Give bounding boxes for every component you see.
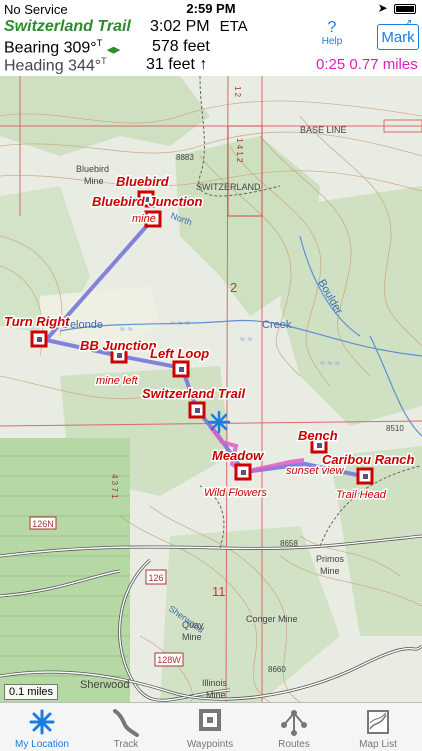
map-canvas: ≈ ≈ ≈ ≈ ≈ ≈ ≈ ≈ ≈ ≈ 126N 126 128W 4 3 7 … — [0, 76, 422, 702]
help-label: Help — [321, 36, 343, 47]
tab-track[interactable]: Track — [84, 703, 168, 751]
label-base-line: BASE LINE — [300, 125, 347, 135]
question-icon: ? — [327, 19, 337, 36]
clock: 2:59 PM — [186, 1, 236, 16]
bearing-value: Bearing 309° — [4, 39, 97, 57]
waypoint-marker-meadow[interactable] — [234, 463, 252, 481]
status-bar: No Service 2:59 PM ➤ — [0, 0, 422, 18]
bearing: Bearing 309°T ◀▶ — [4, 38, 120, 57]
tab-bar: My Location Track Waypoints Routes Map L… — [0, 702, 422, 751]
eta-label: ETA — [219, 18, 248, 35]
waypoints-icon — [168, 707, 252, 737]
waypoint-title: Turn Right — [4, 314, 70, 329]
map-list-icon — [336, 707, 420, 737]
svg-text:≈ ≈: ≈ ≈ — [120, 324, 132, 334]
distance-offset: 31 feet ↑ — [146, 56, 207, 74]
label-elev-8660: 8660 — [268, 665, 286, 674]
route-126n: 126N — [32, 519, 54, 529]
eta-row: 3:02 PM ETA — [150, 18, 248, 36]
trip-stats: 0:25 0.77 miles — [316, 56, 418, 73]
waypoint-title: Meadow — [212, 448, 264, 463]
battery-icon — [394, 3, 416, 14]
waypoint-subtitle: mine left — [96, 375, 139, 387]
route-126: 126 — [148, 573, 163, 583]
waypoint-marker-switzerland-trail[interactable] — [188, 401, 206, 419]
help-button[interactable]: ? Help — [320, 19, 344, 49]
waypoint-marker-caribou-ranch[interactable] — [356, 467, 374, 485]
label-elev-8883: 8883 — [176, 153, 194, 162]
distance-to-waypoint: 578 feet — [152, 38, 210, 55]
waypoint-title: Bench — [298, 428, 338, 443]
topo-map[interactable]: ≈ ≈ ≈ ≈ ≈ ≈ ≈ ≈ ≈ ≈ 126N 126 128W 4 3 7 … — [0, 76, 422, 702]
svg-text:≈ ≈: ≈ ≈ — [240, 334, 252, 344]
label-conger-mine: Conger Mine — [246, 614, 298, 624]
waypoint-title: Bluebird — [116, 174, 170, 189]
routes-icon — [252, 707, 336, 737]
battery-area: ➤ — [378, 1, 416, 15]
waypoint-title: Bluebird Junction — [92, 194, 203, 209]
scale-bar: 0.1 miles — [4, 684, 59, 700]
label-switzerland: SWITZERLAND — [196, 182, 261, 192]
section-label-left: 4 3 7 1 — [110, 474, 119, 499]
svg-text:≈ ≈ ≈: ≈ ≈ ≈ — [170, 318, 190, 328]
trail-name: Switzerland Trail — [4, 18, 131, 35]
tab-my-location[interactable]: My Location — [0, 703, 84, 751]
label-creek: Creek — [262, 319, 292, 331]
waypoint-title: Left Loop — [150, 346, 209, 361]
tab-label: My Location — [15, 739, 69, 750]
section-label-top: 1 2 — [233, 86, 242, 98]
tab-map-list[interactable]: Map List — [336, 703, 420, 751]
label-elev-8510: 8510 — [386, 424, 404, 433]
snowflake-icon — [0, 707, 84, 737]
bearing-suffix: T — [96, 38, 103, 48]
track-icon — [84, 707, 168, 737]
location-arrow-icon: ➤ — [377, 1, 388, 15]
navigation-header: Switzerland Trail 3:02 PM ETA Bearing 309… — [0, 18, 422, 76]
section-label-top2: 1 4 1 2 — [235, 138, 244, 163]
waypoint-subtitle: sunset view — [286, 465, 345, 477]
tab-label: Routes — [278, 739, 310, 750]
label-section-11: 11 — [212, 584, 226, 599]
swap-arrows-icon: ◀▶ — [106, 44, 121, 55]
tab-label: Track — [113, 739, 139, 750]
label-sherwood-road: Sherwood — [80, 679, 130, 691]
heading-suffix: T — [101, 56, 107, 66]
waypoint-title: Switzerland Trail — [142, 386, 245, 401]
waypoint-title: BB Junction — [80, 338, 157, 353]
waypoint-subtitle: mine — [132, 213, 156, 225]
mark-button[interactable]: Mark — [377, 24, 419, 50]
up-arrow-icon: ↑ — [199, 56, 208, 73]
current-location-icon — [207, 410, 231, 434]
waypoint-subtitle: Trail Head — [336, 489, 387, 501]
waypoint-subtitle: Wild Flowers — [204, 487, 267, 499]
waypoint-marker-left-loop[interactable] — [172, 360, 190, 378]
heading-value: Heading 344° — [4, 57, 102, 75]
distance-offset-value: 31 feet — [146, 56, 195, 73]
tab-label: Map List — [359, 739, 397, 750]
tab-label: Waypoints — [186, 739, 234, 750]
heading: Heading 344°T — [4, 56, 107, 75]
waypoint-marker-turn-right[interactable] — [30, 330, 48, 348]
label-section-2: 2 — [230, 280, 237, 295]
tab-routes[interactable]: Routes — [252, 703, 336, 751]
svg-text:≈ ≈ ≈: ≈ ≈ ≈ — [320, 358, 340, 368]
eta-time: 3:02 PM — [150, 18, 210, 35]
label-elev-8658: 8658 — [280, 539, 298, 548]
route-128w: 128W — [157, 655, 181, 665]
tab-waypoints[interactable]: Waypoints — [168, 703, 252, 751]
